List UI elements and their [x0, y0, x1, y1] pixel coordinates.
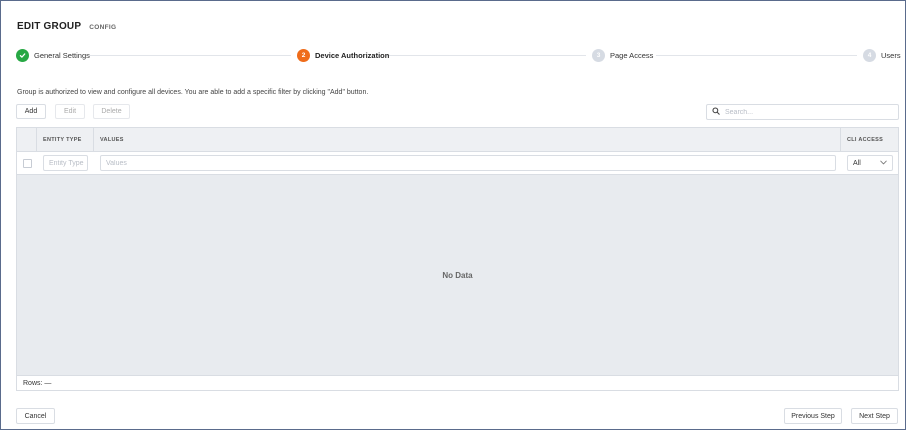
step-label: Users: [881, 50, 901, 60]
row-count: Rows: —: [23, 379, 52, 387]
cli-access-selected-value: All: [853, 159, 861, 167]
cancel-button[interactable]: Cancel: [16, 408, 55, 424]
select-all-checkbox[interactable]: [23, 159, 32, 168]
page-subtitle: CONFIG: [89, 24, 117, 31]
search-input[interactable]: [725, 108, 885, 116]
table-footer: Rows: —: [17, 375, 898, 390]
table-header: ENTITY TYPE VALUES CLI ACCESS: [17, 128, 898, 152]
step-label: General Settings: [34, 50, 90, 60]
step-connector: [386, 55, 586, 56]
step-connector: [656, 55, 857, 56]
page-header: EDIT GROUP CONFIG: [17, 21, 116, 32]
check-icon: [16, 48, 29, 62]
step-number: 4: [863, 48, 876, 62]
empty-state-text: No Data: [442, 270, 473, 280]
chevron-down-icon: [880, 160, 887, 167]
step-page-access[interactable]: 3 Page Access: [592, 48, 653, 62]
column-header-entity-type[interactable]: ENTITY TYPE: [37, 128, 93, 152]
search-box[interactable]: [706, 104, 899, 120]
previous-step-button[interactable]: Previous Step: [784, 408, 842, 424]
table-body: No Data: [17, 175, 898, 375]
add-button[interactable]: Add: [16, 104, 46, 119]
authorization-description: Group is authorized to view and configur…: [17, 89, 369, 96]
step-number: 2: [297, 48, 310, 62]
cli-access-filter-select[interactable]: All: [847, 155, 893, 171]
delete-button[interactable]: Delete: [93, 104, 130, 119]
entity-type-filter-input[interactable]: [43, 155, 88, 171]
values-filter-input[interactable]: [100, 155, 836, 171]
step-connector: [89, 55, 291, 56]
step-label: Page Access: [610, 50, 654, 60]
edit-button[interactable]: Edit: [55, 104, 85, 119]
step-device-authorization[interactable]: 2 Device Authorization: [297, 48, 389, 62]
device-filter-table: ENTITY TYPE VALUES CLI ACCESS All No Dat…: [16, 127, 899, 391]
column-header-values[interactable]: VALUES: [94, 128, 839, 152]
search-icon: [712, 107, 720, 117]
next-step-button[interactable]: Next Step: [851, 408, 898, 424]
column-header-cli-access[interactable]: CLI ACCESS: [841, 128, 898, 152]
filter-row: All: [17, 152, 898, 175]
page-title: EDIT GROUP: [17, 21, 82, 32]
step-general-settings[interactable]: General Settings: [16, 48, 90, 62]
step-label: Device Authorization: [315, 50, 390, 60]
step-number: 3: [592, 48, 605, 62]
step-users[interactable]: 4 Users: [863, 48, 901, 62]
